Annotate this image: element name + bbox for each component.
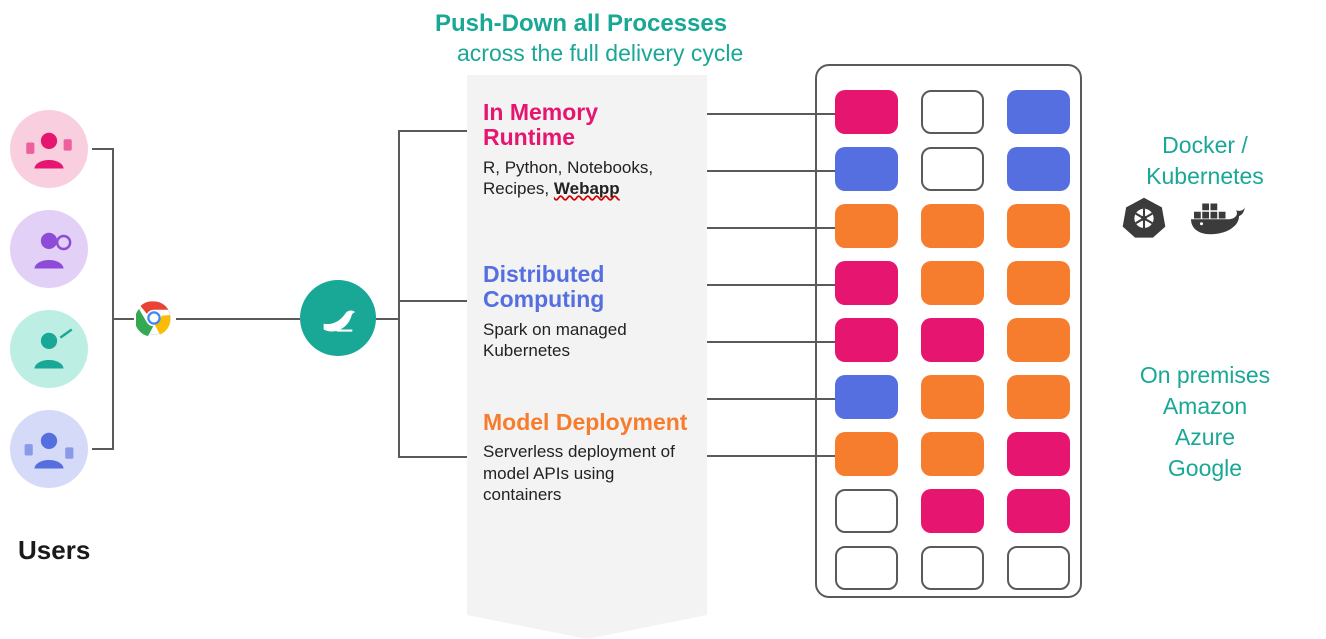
container-cell — [835, 261, 898, 305]
container-cell — [921, 432, 984, 476]
container-cell — [835, 318, 898, 362]
container-cell — [1007, 90, 1070, 134]
container-cell — [835, 90, 898, 134]
headline-sub: across the full delivery cycle — [457, 40, 743, 67]
container-cell — [1007, 204, 1070, 248]
connector — [376, 318, 398, 320]
connector — [92, 148, 112, 150]
container-cell — [921, 90, 984, 134]
orchestration-icons — [1122, 195, 1248, 244]
container-cell — [921, 546, 984, 590]
user-avatar-engineer — [10, 310, 88, 388]
connector — [92, 448, 112, 450]
headline-bold: Push-Down all Processes — [435, 10, 727, 38]
kubernetes-icon — [1122, 195, 1166, 244]
docker-icon — [1188, 195, 1248, 244]
container-cell — [921, 489, 984, 533]
chrome-icon — [136, 300, 172, 336]
section-distributed: Distributed Computing Spark on managed K… — [483, 262, 693, 361]
container-cell — [1007, 261, 1070, 305]
connector — [112, 148, 114, 450]
container-cell — [835, 147, 898, 191]
container-cell — [835, 204, 898, 248]
section-desc-bold: Webapp — [554, 179, 620, 198]
container-cell — [1007, 546, 1070, 590]
container-cell — [921, 147, 984, 191]
section-deployment: Model Deployment Serverless deployment o… — [483, 410, 693, 505]
container-cell — [921, 318, 984, 362]
users-label: Users — [18, 535, 90, 566]
section-title: Model Deployment — [483, 410, 693, 435]
container-cell — [835, 432, 898, 476]
connector — [398, 456, 467, 458]
container-cell — [1007, 489, 1070, 533]
container-cell — [1007, 375, 1070, 419]
connector — [398, 130, 400, 456]
container-cell — [921, 204, 984, 248]
section-in-memory: In Memory Runtime R, Python, Notebooks, … — [483, 100, 693, 199]
section-desc: Serverless deployment of model APIs usin… — [483, 441, 693, 505]
section-desc: R, Python, Notebooks, Recipes, Webapp — [483, 157, 693, 200]
container-cell — [1007, 318, 1070, 362]
container-cell — [835, 375, 898, 419]
container-cell — [921, 375, 984, 419]
connector — [398, 130, 467, 132]
section-title: In Memory Runtime — [483, 100, 693, 151]
dataiku-bird-icon — [300, 280, 376, 356]
connector — [176, 318, 300, 320]
container-cell — [921, 261, 984, 305]
section-desc: Spark on managed Kubernetes — [483, 319, 693, 362]
container-cell — [1007, 432, 1070, 476]
user-avatar-scientist — [10, 210, 88, 288]
architecture-diagram: Users Push-Down all Processes across the… — [0, 0, 1326, 625]
section-title: Distributed Computing — [483, 262, 693, 313]
container-cell — [835, 489, 898, 533]
user-avatar-analyst — [10, 110, 88, 188]
connector — [112, 318, 134, 320]
user-avatar-architect — [10, 410, 88, 488]
container-cell — [1007, 147, 1070, 191]
orchestration-label: Docker / Kubernetes — [1110, 130, 1300, 192]
container-cell — [835, 546, 898, 590]
hosting-label: On premises Amazon Azure Google — [1110, 360, 1300, 484]
connector — [398, 300, 467, 302]
